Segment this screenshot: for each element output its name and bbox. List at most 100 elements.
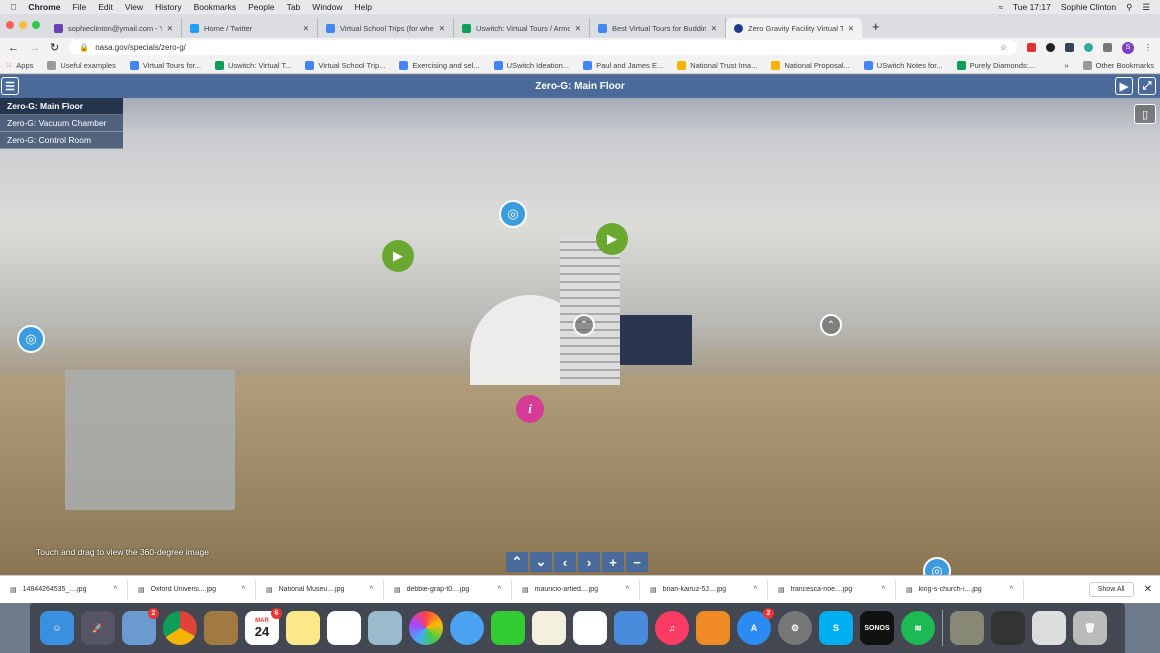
calendar-icon[interactable]: MAR 24 6 [245, 608, 282, 645]
spotlight-search-icon[interactable]: ⚲ [1126, 2, 1132, 13]
profile-avatar[interactable]: S [1122, 41, 1134, 54]
bookmark-item[interactable]: USwitch Notes for... [863, 60, 943, 70]
extension-icon[interactable] [1027, 43, 1036, 52]
chevron-up-icon[interactable]: ^ [242, 586, 245, 593]
bookmark-apps[interactable]: ⁙ Apps [6, 61, 33, 70]
chrome-menu-icon[interactable]: ⋮ [1144, 43, 1152, 52]
recent-item-icon[interactable] [991, 611, 1025, 645]
bookmark-item[interactable]: Uswitch: Virtual T... [214, 60, 291, 70]
minimize-window-button[interactable] [19, 21, 27, 29]
video-hotspot-icon[interactable]: ▶ [382, 240, 414, 272]
navigate-scene-arrow-icon[interactable]: ⌃ [573, 314, 595, 336]
menu-bookmarks[interactable]: Bookmarks [194, 2, 237, 12]
download-item[interactable]: ▤ debbie-grap-t0....jpg ^ [384, 579, 512, 600]
download-item[interactable]: ▤ king-s-church-i....jpg ^ [896, 579, 1024, 600]
navigate-scene-arrow-icon[interactable]: ⌃ [820, 314, 842, 336]
notes-icon[interactable] [286, 611, 320, 645]
gyroscope-toggle-icon[interactable]: ▯ [1134, 104, 1156, 124]
close-tab-icon[interactable]: ✕ [439, 24, 445, 33]
tab-uswitch[interactable]: Uswitch: Virtual Tours / Armch...✕ [454, 18, 590, 38]
look-down-button[interactable]: ⌄ [530, 552, 552, 572]
menu-app[interactable]: Chrome [28, 2, 60, 12]
bookmark-item[interactable]: National Proposal... [771, 60, 850, 70]
scene-main-floor[interactable]: Zero-G: Main Floor [0, 98, 123, 115]
download-item[interactable]: ▤ francesca-noe....jpg ^ [768, 579, 896, 600]
close-downloads-icon[interactable]: ✕ [1144, 584, 1152, 595]
app-store-icon[interactable]: A2 [737, 608, 774, 645]
more-bookmarks-icon[interactable]: » [1064, 61, 1068, 70]
scene-control-room[interactable]: Zero-G: Control Room [0, 132, 123, 149]
photo-hotspot-camera-icon[interactable]: ◎ [17, 325, 45, 353]
look-left-button[interactable]: ‹ [554, 552, 576, 572]
tab-twitter[interactable]: Home / Twitter ✕ [182, 18, 318, 38]
system-preferences-icon[interactable]: ⚙ [778, 611, 812, 645]
bookmark-item[interactable]: Virtual School Trip... [305, 60, 385, 70]
chevron-up-icon[interactable]: ^ [370, 586, 373, 593]
url-input[interactable]: 🔒 nasa.gov/specials/zero-g/☆ [69, 40, 1017, 55]
zoom-out-button[interactable]: − [626, 552, 648, 572]
scene-vacuum-chamber[interactable]: Zero-G: Vacuum Chamber [0, 115, 123, 132]
reload-icon[interactable]: ↻ [50, 41, 59, 54]
keynote-icon[interactable] [614, 611, 648, 645]
panorama-viewer[interactable]: ☰ Zero-G: Main Floor ▶ ⤢ ▯ Zero-G: Main … [0, 75, 1160, 575]
chevron-up-icon[interactable]: ^ [754, 586, 757, 593]
download-item[interactable]: ▤ mauricio-artied....jpg ^ [512, 579, 640, 600]
extension-icon[interactable] [1103, 43, 1112, 52]
chrome-icon[interactable] [163, 611, 197, 645]
spotify-icon[interactable]: ≋ [901, 611, 935, 645]
tab-best-virtual-tours[interactable]: Best Virtual Tours for Budding ✕ [590, 18, 726, 38]
notification-center-icon[interactable]: ☰ [1142, 2, 1150, 13]
look-up-button[interactable]: ⌃ [506, 552, 528, 572]
bookmark-item[interactable]: Paul and James E... [583, 60, 663, 70]
chevron-up-icon[interactable]: ^ [114, 586, 117, 593]
close-window-button[interactable] [6, 21, 14, 29]
look-right-button[interactable]: › [578, 552, 600, 572]
launchpad-icon[interactable]: 🚀 [81, 611, 115, 645]
chevron-up-icon[interactable]: ^ [626, 586, 629, 593]
photos-icon[interactable] [409, 611, 443, 645]
extension-icon[interactable] [1065, 43, 1074, 52]
extension-icon[interactable] [1084, 43, 1093, 52]
close-tab-icon[interactable]: ✕ [848, 24, 854, 33]
chevron-up-icon[interactable]: ^ [882, 586, 885, 593]
menu-file[interactable]: File [73, 2, 87, 12]
messages-icon[interactable] [450, 611, 484, 645]
show-all-downloads-button[interactable]: Show All [1088, 582, 1134, 597]
close-tab-icon[interactable]: ✕ [575, 24, 581, 33]
bookmark-folder[interactable]: Useful examples [47, 60, 116, 70]
photo-booth-icon[interactable] [368, 611, 402, 645]
downloaded-image-icon[interactable] [950, 611, 984, 645]
menu-view[interactable]: View [125, 2, 143, 12]
toggle-scene-list-button[interactable]: ☰ [1, 77, 19, 95]
menu-edit[interactable]: Edit [98, 2, 113, 12]
close-tab-icon[interactable]: ✕ [303, 24, 309, 33]
new-tab-button[interactable]: + [862, 19, 890, 38]
other-bookmarks[interactable]: Other Bookmarks [1082, 60, 1154, 70]
textedit-icon[interactable] [532, 611, 566, 645]
bookmark-item[interactable]: National Trust Ima... [677, 60, 757, 70]
download-item[interactable]: ▤ brian-kairuz-5J....jpg ^ [640, 579, 768, 600]
download-item[interactable]: ▤ National Museu....jpg ^ [256, 579, 384, 600]
menu-help[interactable]: Help [355, 2, 372, 12]
extension-icon[interactable] [1046, 43, 1055, 52]
finder-icon[interactable]: ☺ [40, 611, 74, 645]
fullscreen-window-button[interactable] [32, 21, 40, 29]
menu-history[interactable]: History [155, 2, 181, 12]
tab-zero-gravity[interactable]: Zero Gravity Facility Virtual To...✕ [726, 18, 862, 38]
apple-icon[interactable]:  [10, 2, 16, 12]
download-item[interactable]: ▤ 14844264535_....jpg ^ [0, 579, 128, 600]
wifi-icon[interactable]: ≈ [998, 2, 1003, 12]
fullscreen-icon[interactable]: ⤢ [1138, 77, 1156, 95]
menu-window[interactable]: Window [312, 2, 342, 12]
bookmark-item[interactable]: USwitch Ideation... [493, 60, 569, 70]
forward-icon[interactable]: → [29, 42, 40, 54]
close-tab-icon[interactable]: ✕ [711, 24, 717, 33]
chevron-up-icon[interactable]: ^ [498, 586, 501, 593]
chevron-up-icon[interactable]: ^ [1010, 586, 1013, 593]
close-tab-icon[interactable]: ✕ [167, 24, 173, 33]
skype-icon[interactable]: S [819, 611, 853, 645]
photo-hotspot-camera-icon[interactable]: ◎ [499, 200, 527, 228]
bookmark-star-icon[interactable]: ☆ [1000, 43, 1007, 52]
bookmark-item[interactable]: Purely Diamonds:... [956, 60, 1035, 70]
user-name[interactable]: Sophie Clinton [1061, 2, 1116, 12]
